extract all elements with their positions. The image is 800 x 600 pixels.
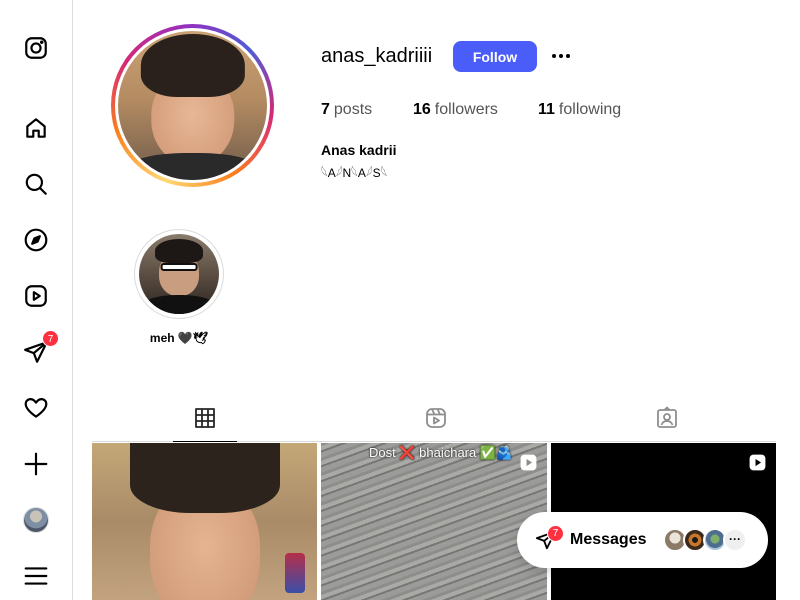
instagram-profile-page: 7 anas_kadriiii Follow 7 posts 16 follow… xyxy=(0,0,800,600)
bio-text: 𓆩A𓆪N𓆩A𓆪S𓆩 xyxy=(321,166,388,180)
followers-count-stat[interactable]: 16 followers xyxy=(413,101,498,119)
create-plus-icon[interactable] xyxy=(22,450,50,478)
explore-icon[interactable] xyxy=(22,226,50,254)
notifications-heart-icon[interactable] xyxy=(22,394,50,422)
bio-full-name: Anas kadrii xyxy=(321,142,397,158)
reels-tab-icon xyxy=(426,408,446,428)
post-thumbnail-2[interactable]: Dost ❌ bhaichara ✅🫂 xyxy=(321,443,547,600)
tab-posts-grid[interactable] xyxy=(173,404,237,442)
tab-reels[interactable] xyxy=(404,404,468,442)
home-icon[interactable] xyxy=(22,114,50,142)
posts-count: 7 xyxy=(321,101,330,118)
tagged-person-icon xyxy=(657,406,677,428)
highlight-cover-image xyxy=(139,234,219,314)
reel-badge-icon xyxy=(748,453,767,472)
search-icon[interactable] xyxy=(22,170,50,198)
profile-picture-story-ring[interactable] xyxy=(111,24,274,187)
tab-tagged[interactable] xyxy=(635,404,699,442)
highlight-label: meh 🖤🕊 xyxy=(149,331,209,345)
highlight-cover-ring xyxy=(134,229,224,319)
messages-unread-badge: 7 xyxy=(547,525,564,542)
following-label: following xyxy=(558,101,622,118)
messages-recent-avatars: ··· xyxy=(663,528,747,552)
sidebar: 7 xyxy=(0,0,73,600)
grid-icon xyxy=(195,408,215,428)
profile-avatar[interactable] xyxy=(22,506,50,534)
menu-hamburger-icon[interactable] xyxy=(22,562,50,590)
story-highlight[interactable]: meh 🖤🕊 xyxy=(134,229,224,345)
profile-username: anas_kadriiii xyxy=(321,45,433,67)
more-avatars-indicator: ··· xyxy=(723,528,747,552)
messages-floating-button[interactable]: 7 Messages ··· xyxy=(517,512,768,568)
reel-badge-icon xyxy=(519,453,538,472)
followers-label: followers xyxy=(434,101,498,118)
instagram-logo-icon[interactable] xyxy=(22,34,50,62)
avatar xyxy=(23,507,49,533)
messages-label: Messages xyxy=(570,531,647,548)
messages-count-badge: 7 xyxy=(42,330,59,347)
follow-button[interactable]: Follow xyxy=(453,41,537,72)
posts-count-stat: 7 posts xyxy=(321,101,372,119)
posts-label: posts xyxy=(333,101,373,118)
following-count-stat[interactable]: 11 following xyxy=(538,101,621,119)
reels-icon[interactable] xyxy=(22,282,50,310)
post-thumbnail-1[interactable] xyxy=(92,443,317,600)
following-count: 11 xyxy=(538,101,555,118)
messages-icon[interactable]: 7 xyxy=(22,330,59,366)
profile-picture xyxy=(118,31,267,180)
followers-count: 16 xyxy=(413,101,431,118)
post-caption-overlay: Dost ❌ bhaichara ✅🫂 xyxy=(369,445,513,460)
more-options-icon[interactable] xyxy=(548,44,574,68)
